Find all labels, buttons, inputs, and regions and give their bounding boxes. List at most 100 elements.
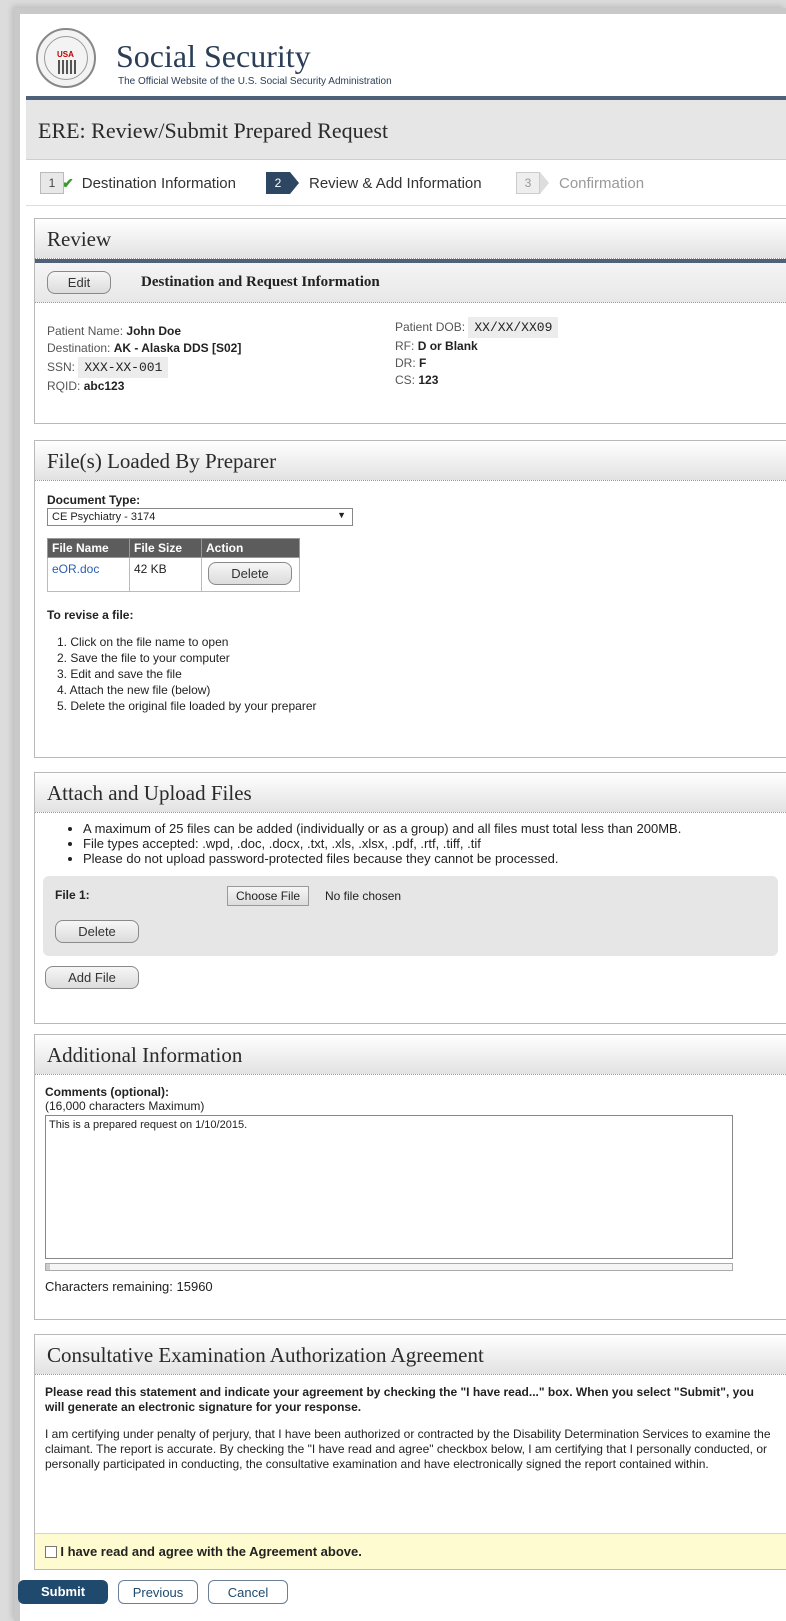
review-details: Patient Name: John Doe Destination: AK -… bbox=[35, 303, 786, 413]
delete-upload-button[interactable]: Delete bbox=[55, 920, 139, 943]
chars-progress-fill bbox=[46, 1264, 50, 1270]
dob-label: Patient DOB: bbox=[395, 320, 466, 334]
previous-button[interactable]: Previous bbox=[118, 1580, 198, 1604]
dob-value: XX/XX/XX09 bbox=[468, 317, 559, 338]
additional-heading: Additional Information bbox=[35, 1035, 786, 1075]
ssa-seal-logo: USA bbox=[36, 28, 96, 88]
action-cell: Delete bbox=[201, 557, 300, 592]
col-file-size: File Size bbox=[129, 538, 202, 558]
list-item: Please do not upload password-protected … bbox=[83, 851, 766, 866]
agreement-heading: Consultative Examination Authorization A… bbox=[35, 1335, 786, 1375]
cancel-button[interactable]: Cancel bbox=[208, 1580, 288, 1604]
destination-label: Destination: bbox=[47, 341, 111, 355]
col-action: Action bbox=[201, 538, 300, 558]
list-item: A maximum of 25 files can be added (indi… bbox=[83, 821, 766, 836]
step-number: 3 bbox=[516, 172, 540, 194]
seal-text: USA bbox=[57, 50, 74, 59]
rf-value: D or Blank bbox=[417, 339, 478, 353]
step-label: Confirmation bbox=[559, 174, 645, 192]
agree-checkbox[interactable] bbox=[45, 1546, 57, 1558]
destination-value: AK - Alaska DDS [S02] bbox=[113, 341, 242, 355]
delete-file-button[interactable]: Delete bbox=[208, 562, 292, 585]
review-panel: Review Edit Destination and Request Info… bbox=[34, 218, 786, 424]
files-loaded-heading: File(s) Loaded By Preparer bbox=[35, 441, 786, 481]
list-item: 3. Edit and save the file bbox=[57, 667, 182, 681]
files-table: File Name File Size Action eOR.doc 42 KB… bbox=[47, 538, 300, 592]
agreement-body: Please read this statement and indicate … bbox=[35, 1375, 786, 1472]
remaining-label: Characters remaining: bbox=[45, 1279, 173, 1294]
dropdown-arrow-icon: ▼ bbox=[337, 510, 346, 520]
agreement-text: I am certifying under penalty of perjury… bbox=[45, 1427, 771, 1471]
files-loaded-panel: File(s) Loaded By Preparer Document Type… bbox=[34, 440, 786, 758]
step-number: 2 bbox=[266, 172, 290, 194]
step-label: Review & Add Information bbox=[309, 174, 482, 192]
rqid-label: RQID: bbox=[47, 379, 81, 393]
attach-rules: A maximum of 25 files can be added (indi… bbox=[35, 813, 786, 866]
ssn-label: SSN: bbox=[47, 360, 76, 374]
site-header: USA Social Security The Official Website… bbox=[26, 14, 786, 100]
no-file-text: No file chosen bbox=[325, 889, 402, 903]
attach-panel: Attach and Upload Files A maximum of 25 … bbox=[34, 772, 786, 1024]
comments-text: This is a prepared request on 1/10/2015. bbox=[49, 1119, 248, 1131]
choose-file-button[interactable]: Choose File bbox=[227, 886, 310, 906]
additional-body: Comments (optional): (16,000 characters … bbox=[35, 1075, 786, 1304]
cs-value: 123 bbox=[418, 373, 439, 387]
comments-textarea[interactable]: This is a prepared request on 1/10/2015. bbox=[45, 1115, 733, 1259]
step-arrow-icon bbox=[290, 172, 299, 194]
col-file-name: File Name bbox=[47, 538, 130, 558]
rf-label: RF: bbox=[395, 339, 415, 353]
edit-button[interactable]: Edit bbox=[47, 271, 111, 294]
brand-subtitle: The Official Website of the U.S. Social … bbox=[118, 76, 392, 87]
agreement-instruction: Please read this statement and indicate … bbox=[45, 1385, 754, 1414]
patient-name-label: Patient Name: bbox=[47, 324, 124, 338]
browser-frame: USA Social Security The Official Website… bbox=[14, 8, 786, 1621]
seal-building-icon bbox=[58, 60, 76, 74]
doc-type-value: CE Psychiatry - 3174 bbox=[52, 511, 156, 523]
max-chars-note: (16,000 characters Maximum) bbox=[45, 1099, 205, 1113]
doc-type-select[interactable]: CE Psychiatry - 3174 ▼ bbox=[47, 508, 353, 526]
review-left-col: Patient Name: John Doe Destination: AK -… bbox=[47, 323, 241, 395]
page-content: USA Social Security The Official Website… bbox=[26, 14, 786, 1621]
step-number: 1 bbox=[40, 172, 64, 194]
progress-steps: 1 ✔ Destination Information 2 Review & A… bbox=[26, 160, 786, 206]
list-item: 2. Save the file to your computer bbox=[57, 651, 230, 665]
file-1-label: File 1: bbox=[55, 888, 90, 902]
ssn-value: XXX-XX-001 bbox=[78, 357, 169, 378]
step-review: 2 Review & Add Information bbox=[266, 172, 482, 194]
table-row: eOR.doc 42 KB Delete bbox=[47, 557, 300, 592]
submit-button[interactable]: Submit bbox=[18, 1580, 108, 1604]
list-item: 1. Click on the file name to open bbox=[57, 635, 229, 649]
table-header-row: File Name File Size Action bbox=[47, 538, 300, 558]
file-size: 42 KB bbox=[129, 557, 202, 592]
step-arrow-icon bbox=[540, 172, 549, 194]
list-item: 5. Delete the original file loaded by yo… bbox=[57, 699, 317, 713]
page-title: ERE: Review/Submit Prepared Request bbox=[26, 100, 786, 160]
doc-type-label: Document Type: bbox=[47, 493, 141, 507]
cs-label: CS: bbox=[395, 373, 416, 387]
attach-heading: Attach and Upload Files bbox=[35, 773, 786, 813]
form-actions: Submit Previous Cancel bbox=[18, 1580, 288, 1604]
revise-title: To revise a file: bbox=[47, 608, 134, 622]
agreement-checkbox-row[interactable]: I have read and agree with the Agreement… bbox=[35, 1533, 786, 1569]
chars-progress-bar bbox=[45, 1263, 733, 1271]
review-heading: Review bbox=[35, 219, 786, 259]
remaining-value: 15960 bbox=[176, 1279, 213, 1294]
comments-label: Comments (optional): bbox=[45, 1085, 169, 1099]
step-destination: 1 ✔ Destination Information bbox=[40, 172, 236, 194]
step-confirmation: 3 Confirmation bbox=[516, 172, 644, 194]
step-label: Destination Information bbox=[81, 174, 236, 192]
add-file-button[interactable]: Add File bbox=[45, 966, 139, 989]
file-name-link[interactable]: eOR.doc bbox=[47, 557, 130, 592]
list-item: File types accepted: .wpd, .doc, .docx, … bbox=[83, 836, 766, 851]
review-subheader: Edit Destination and Request Information bbox=[35, 263, 786, 303]
dr-value: F bbox=[419, 356, 427, 370]
brand-title[interactable]: Social Security bbox=[116, 38, 311, 75]
rqid-value: abc123 bbox=[83, 379, 125, 393]
list-item: 4. Attach the new file (below) bbox=[57, 683, 211, 697]
patient-name: John Doe bbox=[126, 324, 182, 338]
review-subheading: Destination and Request Information bbox=[141, 274, 380, 290]
review-right-col: Patient DOB: XX/XX/XX09 RF: D or Blank D… bbox=[395, 317, 559, 389]
agreement-panel: Consultative Examination Authorization A… bbox=[34, 1334, 786, 1570]
agree-checkbox-label[interactable]: I have read and agree with the Agreement… bbox=[60, 1544, 362, 1559]
dr-label: DR: bbox=[395, 356, 416, 370]
